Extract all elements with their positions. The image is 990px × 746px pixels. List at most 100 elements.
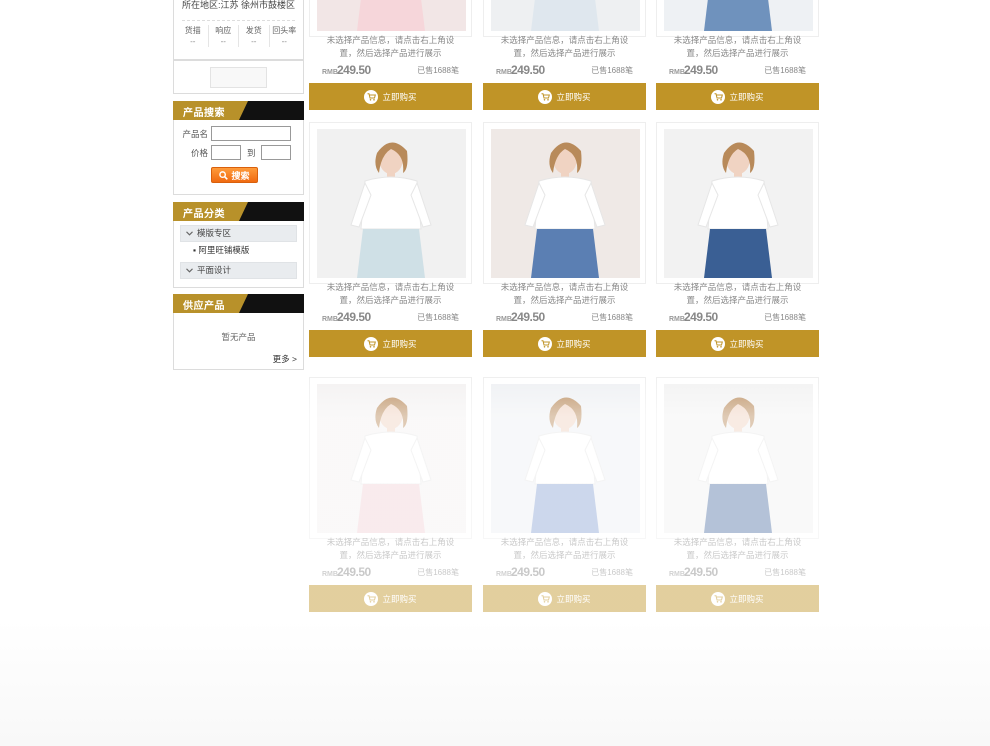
description-line: 未选择产品信息，请点击右上角设 (326, 35, 455, 45)
sold-count: 已售1688笔 (764, 313, 806, 322)
buy-now-button[interactable]: 立即购买 (483, 585, 646, 612)
stat-label: 回头率 (272, 26, 297, 35)
stat-description: 货描 -- (178, 25, 209, 47)
buy-now-button[interactable]: 立即购买 (309, 585, 472, 612)
product-description: 未选择产品信息，请点击右上角设 置，然后选择产品进行展示 (309, 536, 472, 562)
cart-icon (538, 591, 553, 606)
product-description: 未选择产品信息，请点击右上角设 置，然后选择产品进行展示 (656, 536, 819, 562)
product-image-frame[interactable] (309, 0, 472, 37)
chevron-down-icon (186, 231, 193, 236)
buy-now-button[interactable]: 立即购买 (656, 83, 819, 110)
category-label: 平面设计 (197, 265, 232, 275)
sold-count: 已售1688笔 (417, 313, 459, 322)
product-search-box: 产品名 价格 到 搜索 (173, 120, 304, 195)
model-photo (491, 0, 640, 31)
price-row: RMB 249.50 已售1688笔 (322, 310, 459, 324)
buy-now-button[interactable]: 立即购买 (483, 83, 646, 110)
buy-now-button[interactable]: 立即购买 (309, 83, 472, 110)
product-image[interactable] (664, 384, 813, 533)
contact-box (173, 60, 304, 94)
stat-label: 货描 (184, 26, 201, 35)
buy-now-button[interactable]: 立即购买 (656, 330, 819, 357)
product-description: 未选择产品信息，请点击右上角设 置，然后选择产品进行展示 (656, 34, 819, 60)
category-item-alibaba-template[interactable]: ▪ 阿里旺铺模版 (180, 242, 297, 258)
buy-now-button[interactable]: 立即购买 (309, 330, 472, 357)
product-image[interactable] (491, 384, 640, 533)
product-image-frame[interactable] (656, 122, 819, 284)
sidebar: 所在地区:江苏 徐州市鼓楼区 货描 -- 响应 -- 发货 -- 回头率 -- (173, 0, 304, 370)
more-link[interactable]: 更多 > (273, 353, 297, 365)
product-image-frame[interactable] (309, 122, 472, 284)
model-photo (491, 384, 640, 533)
product-price: 249.50 (337, 310, 371, 324)
product-image-frame[interactable] (656, 0, 819, 37)
product-name-input[interactable] (211, 126, 291, 141)
product-price: 249.50 (684, 63, 718, 77)
product-category-box: 模版专区 ▪ 阿里旺铺模版 平面设计 (173, 221, 304, 288)
price-row: RMB 249.50 已售1688笔 (322, 63, 459, 77)
description-line: 未选择产品信息，请点击右上角设 (673, 282, 802, 292)
product-image[interactable] (317, 129, 466, 278)
product-image[interactable] (664, 129, 813, 278)
price-max-input[interactable] (261, 145, 291, 160)
cart-icon (538, 89, 553, 104)
category-sub-label: 阿里旺铺模版 (198, 245, 250, 255)
description-line: 置，然后选择产品进行展示 (686, 295, 789, 305)
empty-message: 暂无产品 (221, 332, 256, 342)
product-image-frame[interactable] (656, 377, 819, 539)
buy-now-label: 立即购买 (729, 593, 764, 604)
section-title: 产品搜索 (183, 108, 225, 119)
category-group-templates[interactable]: 模版专区 (180, 225, 297, 242)
product-image[interactable] (317, 384, 466, 533)
price-row: RMB 249.50 已售1688笔 (669, 63, 806, 77)
product-category-header: 产品分类 (173, 202, 304, 221)
sold-count: 已售1688笔 (764, 568, 806, 577)
sold-count: 已售1688笔 (417, 568, 459, 577)
cart-icon (364, 336, 379, 351)
product-price: 249.50 (684, 565, 718, 579)
description-line: 置，然后选择产品进行展示 (513, 295, 616, 305)
sold-count: 已售1688笔 (591, 66, 633, 75)
product-image[interactable] (491, 0, 640, 31)
product-image[interactable] (491, 129, 640, 278)
category-label: 模版专区 (197, 228, 232, 238)
stat-shipping: 发货 -- (239, 25, 270, 47)
model-photo (664, 0, 813, 31)
currency-label: RMB (669, 571, 685, 578)
stat-response: 响应 -- (209, 25, 239, 47)
stat-return-rate: 回头率 -- (270, 25, 300, 47)
section-title: 产品分类 (183, 209, 225, 220)
price-row: RMB 249.50 已售1688笔 (496, 565, 633, 579)
product-image-frame[interactable] (309, 377, 472, 539)
shop-location: 所在地区:江苏 徐州市鼓楼区 (182, 0, 296, 10)
product-image[interactable] (317, 0, 466, 31)
buy-now-button[interactable]: 立即购买 (656, 585, 819, 612)
stat-value: -- (190, 37, 196, 46)
buy-now-label: 立即购买 (729, 338, 764, 349)
category-group-graphic-design[interactable]: 平面设计 (180, 262, 297, 279)
price-row: RMB 249.50 已售1688笔 (669, 565, 806, 579)
buy-now-label: 立即购买 (556, 91, 591, 102)
product-search-header: 产品搜索 (173, 101, 304, 120)
bullet-icon: ▪ (193, 245, 197, 255)
currency-label: RMB (496, 571, 512, 578)
page-bottom (0, 620, 990, 746)
shop-stats: 货描 -- 响应 -- 发货 -- 回头率 -- (174, 21, 303, 47)
product-image-frame[interactable] (483, 0, 646, 37)
product-image[interactable] (664, 0, 813, 31)
product-image-frame[interactable] (483, 377, 646, 539)
search-button[interactable]: 搜索 (211, 167, 258, 183)
product-description: 未选择产品信息，请点击右上角设 置，然后选择产品进行展示 (483, 281, 646, 307)
buy-now-label: 立即购买 (382, 593, 417, 604)
price-min-input[interactable] (211, 145, 241, 160)
model-photo (664, 129, 813, 278)
product-price: 249.50 (511, 310, 545, 324)
contact-button[interactable] (210, 67, 267, 88)
description-line: 置，然后选择产品进行展示 (686, 48, 789, 58)
buy-now-button[interactable]: 立即购买 (483, 330, 646, 357)
model-photo (317, 384, 466, 533)
description-line: 置，然后选择产品进行展示 (513, 48, 616, 58)
buy-now-label: 立即购买 (382, 91, 417, 102)
product-image-frame[interactable] (483, 122, 646, 284)
cart-icon (711, 336, 726, 351)
